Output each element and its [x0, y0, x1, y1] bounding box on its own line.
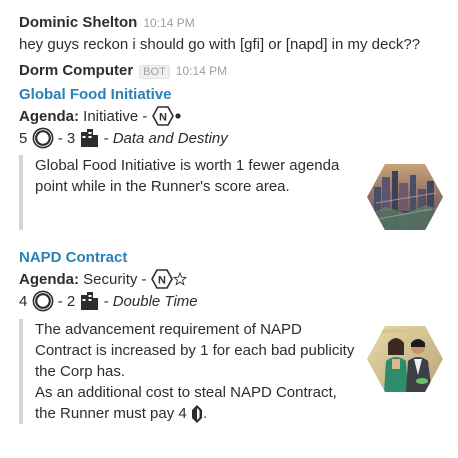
card-title-link[interactable]: NAPD Contract: [19, 247, 452, 268]
svg-text:N: N: [158, 275, 166, 287]
credit-icon: [191, 404, 203, 424]
subtype: Initiative -: [83, 107, 148, 125]
agenda-points-icon: [79, 290, 99, 312]
card-text-line-credit: the Runner must pay 4 .: [35, 403, 365, 424]
card-title-link[interactable]: Global Food Initiative: [19, 84, 452, 105]
card-type-line: Agenda: Security - N: [19, 268, 452, 290]
advance-icon: [32, 290, 54, 312]
card-text-segment: the Runner must pay 4: [35, 405, 187, 422]
card-stats-line: 5 - 3 - Data and Destiny: [19, 127, 452, 149]
card-art-napd[interactable]: [366, 325, 444, 398]
card-napd: NAPD Contract Agenda: Security - N 4 - 2…: [19, 247, 452, 312]
card-text-line: the Corp has.: [35, 363, 126, 380]
type-label: Agenda:: [19, 270, 79, 288]
card-text-line: Global Food Initiative is worth 1 fewer …: [35, 157, 340, 174]
advance-icon: [32, 127, 54, 149]
message-dominic: Dominic Shelton 10:14 PM hey guys reckon…: [19, 14, 452, 55]
set-name: - Double Time: [103, 292, 198, 310]
influence-dot-icon: [174, 112, 182, 120]
nbn-icon: N: [151, 106, 174, 126]
timestamp[interactable]: 10:14 PM: [176, 64, 227, 78]
card-text-line: The advancement requirement of NAPD: [35, 321, 302, 338]
card-text-quote: Global Food Initiative is worth 1 fewer …: [19, 155, 365, 230]
star-outline-icon: [172, 272, 187, 286]
author-name[interactable]: Dominic Shelton: [19, 14, 137, 31]
card-text-line: point while in the Runner's score area.: [35, 178, 290, 195]
set-name: - Data and Destiny: [103, 129, 228, 147]
subtype: Security -: [83, 270, 147, 288]
card-art-gfi[interactable]: [366, 163, 444, 236]
card-text-line: Contract is increased by 1 for each bad …: [35, 342, 355, 359]
advance-requirement: 5: [19, 129, 28, 147]
agenda-points: - 2: [57, 292, 76, 310]
card-type-line: Agenda: Initiative - N: [19, 105, 452, 127]
card-stats-line: 4 - 2 - Double Time: [19, 290, 452, 312]
timestamp[interactable]: 10:14 PM: [143, 16, 194, 30]
type-label: Agenda:: [19, 107, 79, 125]
message-text: hey guys reckon i should go with [gfi] o…: [19, 36, 421, 53]
nbn-icon: N: [150, 269, 173, 289]
agenda-points-icon: [79, 127, 99, 149]
card-text-segment: .: [202, 405, 208, 422]
bot-badge: BOT: [139, 65, 170, 79]
svg-text:N: N: [159, 112, 167, 124]
advance-requirement: 4: [19, 292, 28, 310]
card-text-quote: The advancement requirement of NAPD Cont…: [19, 319, 365, 424]
author-name[interactable]: Dorm Computer: [19, 62, 133, 79]
agenda-points: - 3: [57, 129, 76, 147]
card-text-line: As an additional cost to steal NAPD Cont…: [35, 384, 337, 401]
card-gfi: Global Food Initiative Agenda: Initiativ…: [19, 84, 452, 149]
message-bot-header: Dorm Computer BOT 10:14 PM: [19, 62, 452, 82]
